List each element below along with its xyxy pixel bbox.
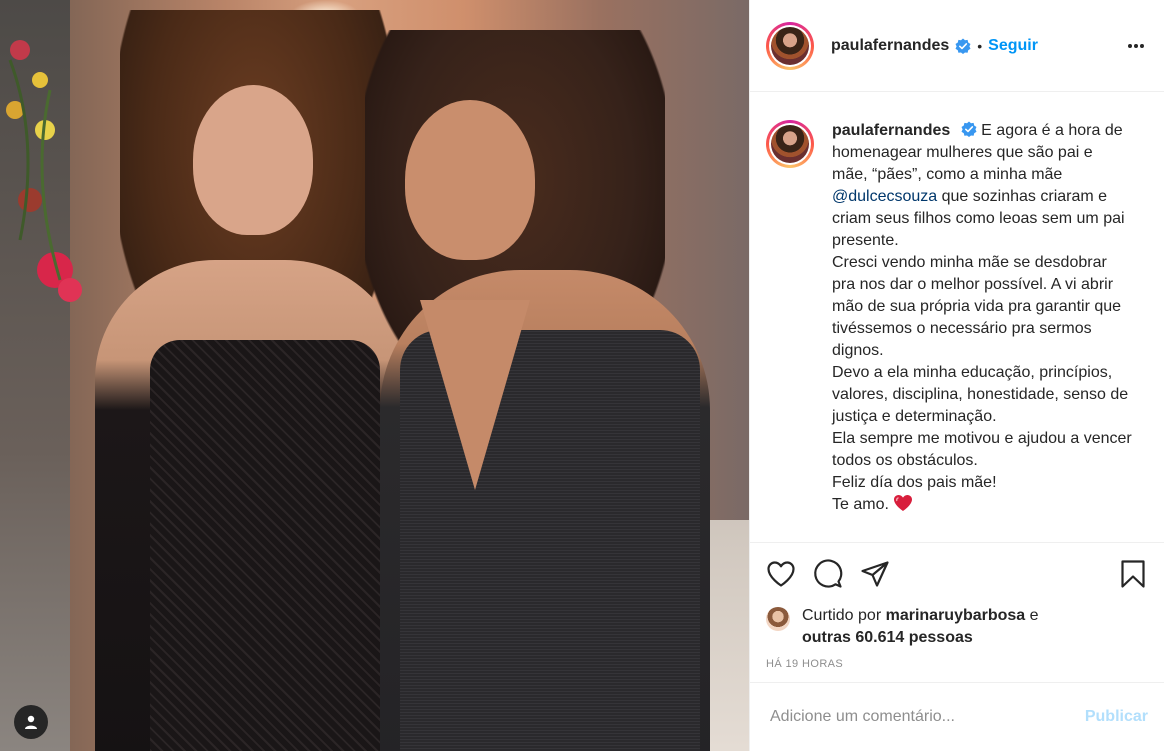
save-button[interactable]	[1120, 559, 1146, 589]
likes-prefix: Curtido por	[802, 607, 886, 624]
person-right-dress	[400, 330, 700, 751]
caption-username[interactable]: paulafernandes	[832, 122, 950, 139]
avatar-image	[771, 125, 809, 163]
photo-flowers	[6, 40, 82, 302]
post-actions: Curtido por marinaruybarbosa e outras 60…	[750, 542, 1164, 682]
header-username[interactable]: paulafernandes	[831, 37, 949, 55]
verified-badge-icon	[955, 38, 971, 54]
caption-text: paulafernandes E agora é a hora de homen…	[832, 120, 1132, 516]
post-header: paulafernandes • Seguir	[750, 0, 1164, 92]
bookmark-icon	[1121, 560, 1145, 588]
comment-button[interactable]	[812, 559, 844, 589]
liker-avatar[interactable]	[766, 607, 790, 631]
caption-line2: Cresci vendo minha mãe se desdobrar pra …	[832, 254, 1122, 359]
user-tag-icon	[25, 715, 37, 729]
comments-section[interactable]: paulafernandes E agora é a hora de homen…	[750, 92, 1164, 542]
caption-avatar[interactable]	[766, 120, 814, 168]
tagged-users-button[interactable]	[14, 705, 48, 739]
likes-summary: Curtido por marinaruybarbosa e outras 60…	[766, 605, 1148, 649]
header-separator: •	[977, 37, 983, 54]
heart-icon	[767, 561, 795, 587]
action-icons-row	[766, 543, 1148, 605]
caption-line6: Te amo.	[832, 496, 889, 513]
person-left-face	[193, 85, 313, 235]
post-timestamp[interactable]: HÁ 19 HORAS	[766, 658, 1148, 670]
caption-mention[interactable]: @dulcecsouza	[832, 188, 937, 205]
share-button[interactable]	[860, 560, 890, 588]
more-horizontal-icon[interactable]	[1126, 36, 1146, 56]
comment-input[interactable]	[770, 708, 1085, 726]
liker-username[interactable]: marinaruybarbosa	[886, 607, 1026, 624]
caption-line3: Devo a ela minha educação, princípios, v…	[832, 364, 1129, 425]
person-left-dress	[150, 340, 380, 751]
add-comment-bar: Publicar	[750, 682, 1164, 751]
heart-emoji	[894, 495, 913, 511]
caption-line5: Feliz día dos pais mãe!	[832, 474, 997, 491]
profile-avatar[interactable]	[766, 21, 814, 70]
share-icon	[861, 561, 889, 587]
likes-conjunction: e	[1025, 607, 1039, 624]
likes-count-link[interactable]: outras 60.614 pessoas	[802, 629, 973, 646]
verified-badge-icon	[961, 121, 977, 137]
publish-button[interactable]: Publicar	[1085, 708, 1148, 726]
caption-line4: Ela sempre me motivou e ajudou a vencer …	[832, 430, 1132, 469]
avatar-image	[771, 26, 809, 65]
caption: paulafernandes E agora é a hora de homen…	[766, 120, 1148, 516]
like-button[interactable]	[766, 560, 796, 588]
post-side-panel: paulafernandes • Seguir paulafernandes E…	[749, 0, 1164, 751]
post-photo[interactable]	[0, 0, 749, 751]
comment-icon	[814, 559, 843, 588]
likes-text: Curtido por marinaruybarbosa e outras 60…	[802, 605, 1039, 649]
follow-button[interactable]: Seguir	[988, 37, 1038, 55]
person-right-face	[405, 100, 535, 260]
